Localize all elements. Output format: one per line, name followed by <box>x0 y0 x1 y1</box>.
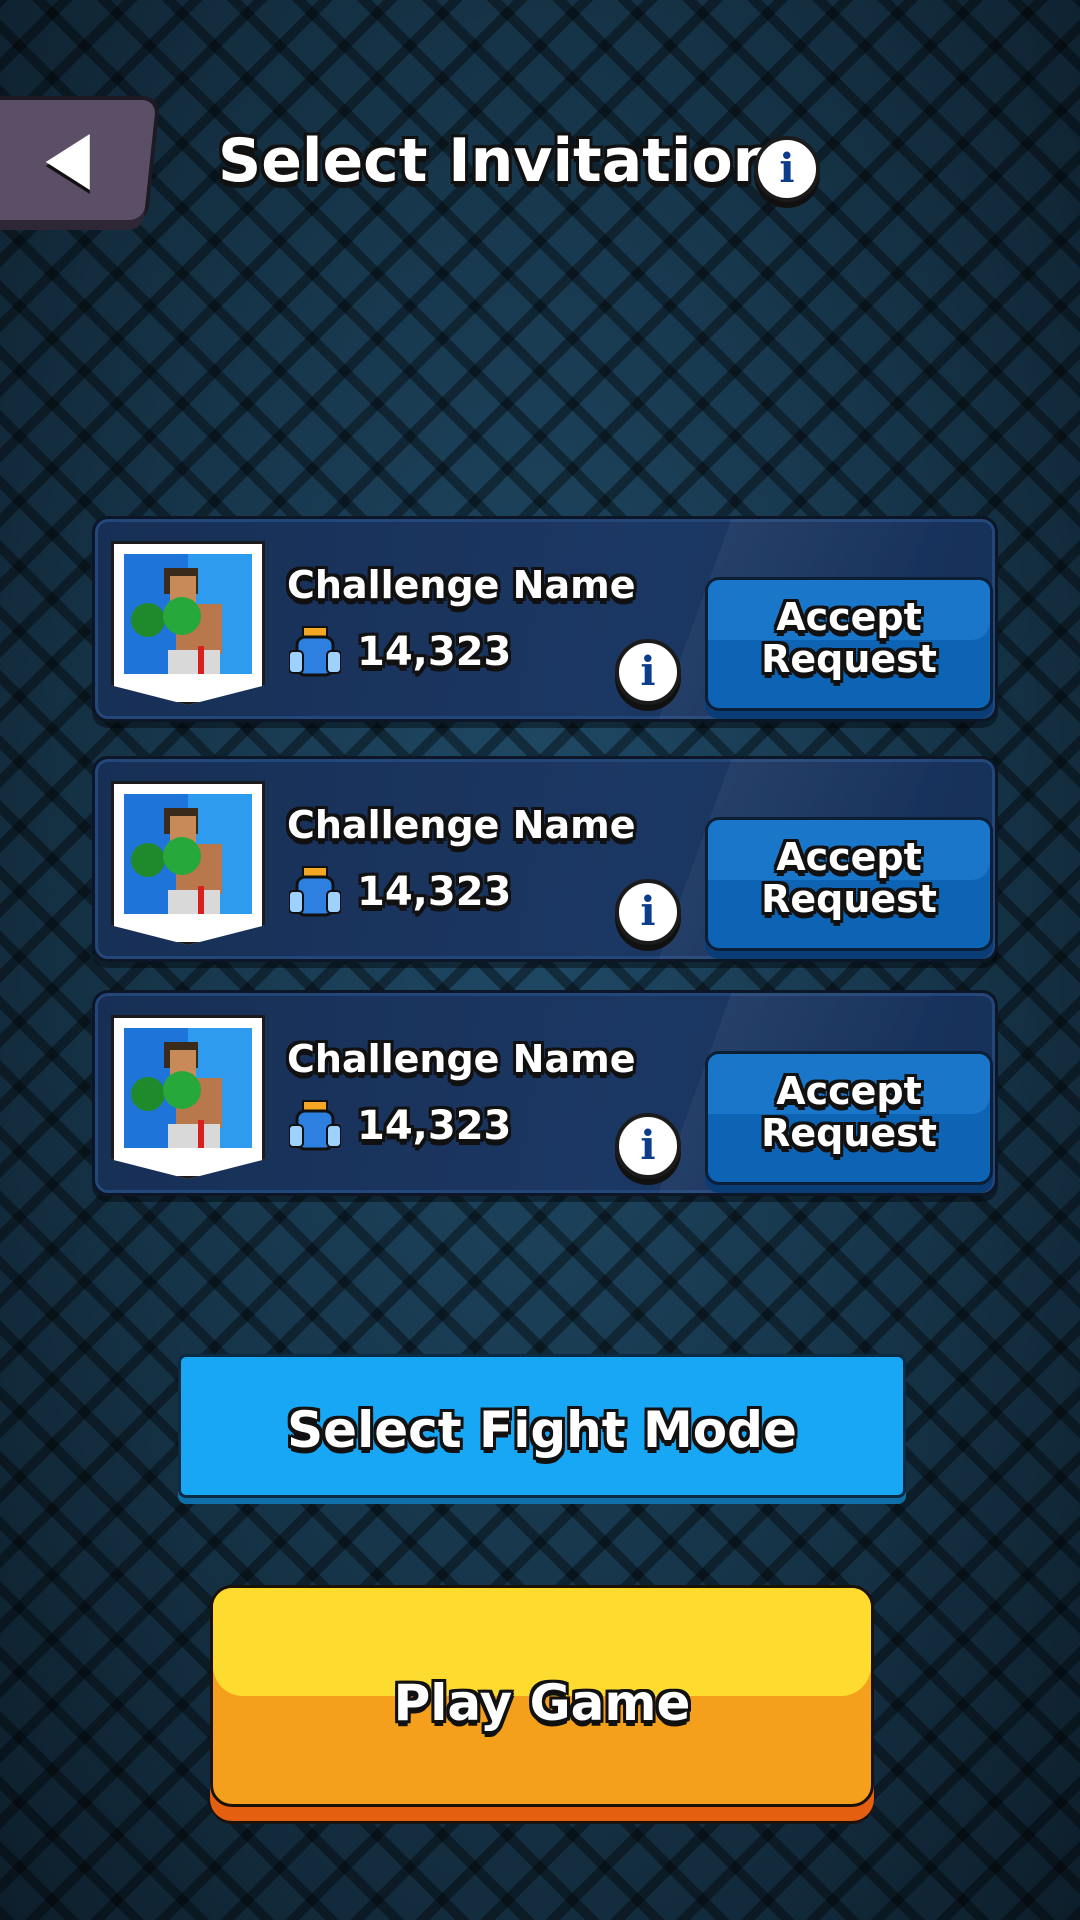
play-game-button[interactable]: Play Game <box>210 1585 874 1807</box>
back-arrow-icon <box>45 134 90 190</box>
trophy-icon <box>289 866 341 917</box>
trophy-count: 14,323 <box>357 869 512 915</box>
avatar <box>111 541 265 705</box>
accept-request-button[interactable]: Accept Request <box>705 817 993 951</box>
select-fight-mode-label: Select Fight Mode <box>287 1401 797 1459</box>
trophy-icon <box>289 626 341 677</box>
invitation-card: Challenge Name 14,323 i Accept Request <box>92 516 998 722</box>
challenge-name: Challenge Name <box>287 1037 636 1081</box>
accept-request-label: Accept Request <box>761 595 937 681</box>
accept-request-label: Accept Request <box>761 1069 937 1155</box>
avatar <box>111 1015 265 1179</box>
invitation-card: Challenge Name 14,323 i Accept Request <box>92 756 998 962</box>
info-glyph: i <box>640 888 656 935</box>
invitation-card: Challenge Name 14,323 i Accept Request <box>92 990 998 1196</box>
info-glyph: i <box>640 1122 656 1169</box>
trophy-icon <box>289 1100 341 1151</box>
fighter-portrait <box>131 1042 222 1148</box>
avatar <box>111 781 265 945</box>
info-icon[interactable]: i <box>615 879 681 945</box>
challenge-name: Challenge Name <box>287 803 636 847</box>
info-glyph: i <box>640 648 656 695</box>
accept-request-button[interactable]: Accept Request <box>705 1051 993 1185</box>
accept-request-label: Accept Request <box>761 835 937 921</box>
select-fight-mode-button[interactable]: Select Fight Mode <box>178 1354 906 1498</box>
info-icon[interactable]: i <box>615 639 681 705</box>
accept-request-button[interactable]: Accept Request <box>705 577 993 711</box>
play-game-label: Play Game <box>393 1674 691 1732</box>
info-icon[interactable]: i <box>615 1113 681 1179</box>
challenge-name: Challenge Name <box>287 563 636 607</box>
fighter-portrait <box>131 568 222 674</box>
info-glyph: i <box>779 145 795 192</box>
fighter-portrait <box>131 808 222 914</box>
trophy-count: 14,323 <box>357 1103 512 1149</box>
trophy-count: 14,323 <box>357 629 512 675</box>
page-title: Select Invitation <box>218 126 776 196</box>
info-icon[interactable]: i <box>754 136 820 202</box>
back-button[interactable] <box>0 100 157 220</box>
